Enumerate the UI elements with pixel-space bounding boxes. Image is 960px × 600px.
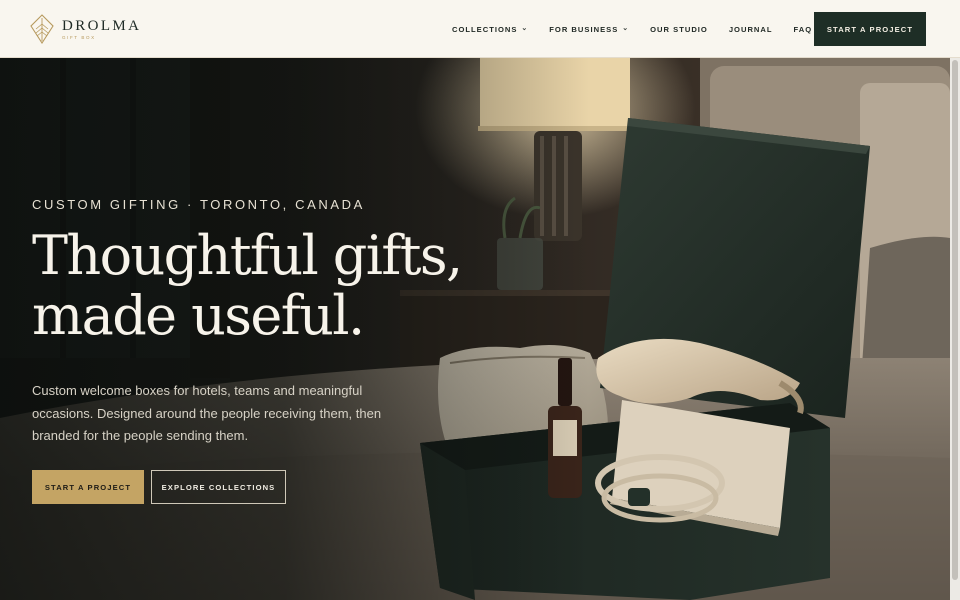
hero-headline-line-2: made useful.	[32, 284, 365, 347]
page-scrollbar[interactable]	[950, 58, 960, 600]
nav-item-label: COLLECTIONS	[452, 24, 518, 34]
main-nav: COLLECTIONS ⌄ FOR BUSINESS ⌄ OUR STUDIO …	[452, 0, 833, 58]
hero-explore-collections-button[interactable]: EXPLORE COLLECTIONS	[151, 470, 286, 504]
hero-headline: Thoughtful gifts, made useful.	[32, 224, 463, 347]
brand-name: DROLMA	[62, 17, 142, 34]
hero-description: Custom welcome boxes for hotels, teams a…	[32, 383, 382, 443]
nav-item-label: JOURNAL	[728, 24, 773, 34]
leaf-diamond-icon	[30, 14, 54, 44]
nav-item-label: FAQ	[793, 24, 813, 34]
nav-item-faq[interactable]: FAQ	[794, 25, 813, 34]
nav-item-for-business[interactable]: FOR BUSINESS ⌄	[549, 25, 629, 34]
nav-item-collections[interactable]: COLLECTIONS ⌄	[452, 25, 528, 34]
hero-start-project-button[interactable]: START A PROJECT	[32, 470, 144, 504]
brand-logo[interactable]: DROLMA GIFT BOX	[30, 14, 141, 44]
hero-section: CUSTOM GIFTING · TORONTO, CANADA Thought…	[0, 58, 950, 600]
chevron-down-icon: ⌄	[622, 24, 630, 32]
chevron-down-icon: ⌄	[521, 24, 529, 32]
nav-item-label: FOR BUSINESS	[549, 24, 619, 34]
hero-headline-line-1: Thoughtful gifts,	[32, 224, 463, 287]
hero-eyebrow: CUSTOM GIFTING · TORONTO, CANADA	[32, 197, 365, 212]
brand-tagline: GIFT BOX	[62, 34, 96, 40]
header-start-project-button[interactable]: START A PROJECT	[814, 12, 926, 46]
nav-item-journal[interactable]: JOURNAL	[729, 25, 773, 34]
nav-item-label: OUR STUDIO	[650, 24, 708, 34]
scrollbar-thumb[interactable]	[952, 60, 958, 580]
site-header: DROLMA GIFT BOX COLLECTIONS ⌄ FOR BUSINE…	[0, 0, 960, 58]
nav-item-our-studio[interactable]: OUR STUDIO	[650, 25, 708, 34]
